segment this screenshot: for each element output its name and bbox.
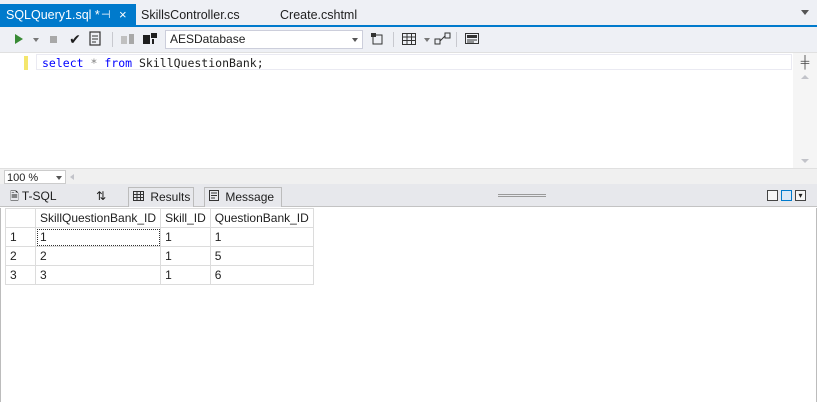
results-grid[interactable]: SkillQuestionBank_ID Skill_ID QuestionBa… [5, 208, 314, 285]
grid-corner-cell[interactable] [5, 208, 36, 228]
results-to-grid-icon[interactable] [401, 31, 417, 48]
split-window-icon[interactable]: ╪ [799, 56, 811, 68]
grid-cell[interactable]: 3 [34, 265, 162, 285]
toolbar-separator [456, 32, 457, 47]
table-row: 2 2 1 5 [5, 246, 314, 266]
close-tab-icon[interactable]: × [119, 4, 127, 26]
scroll-left-icon[interactable] [70, 174, 74, 180]
tab-skillscontroller[interactable]: SkillsController.cs [141, 5, 240, 25]
column-header[interactable]: QuestionBank_ID [209, 208, 314, 228]
column-header[interactable]: Skill_ID [160, 208, 211, 228]
keyword-select: select [42, 56, 84, 70]
sql-code-line[interactable]: select * from SkillQuestionBank; [42, 55, 264, 71]
row-number[interactable]: 2 [5, 246, 36, 266]
scroll-up-icon[interactable] [801, 75, 809, 79]
pane-split-icon[interactable] [781, 190, 792, 201]
query-editor[interactable]: select * from SkillQuestionBank; ╪ [0, 52, 817, 169]
client-statistics-icon[interactable] [464, 31, 480, 48]
toggle-results-icon[interactable]: ⇅ [92, 187, 108, 207]
row-number[interactable]: 3 [5, 265, 36, 285]
grid-cell[interactable]: 1 [209, 227, 314, 247]
display-plan-icon[interactable] [370, 31, 386, 48]
message-icon [209, 190, 222, 204]
database-select[interactable]: AESDatabase [165, 30, 363, 49]
results-grid-area: SkillQuestionBank_ID Skill_ID QuestionBa… [0, 208, 817, 402]
document-tab-strip: SQLQuery1.sql * ⊣ × SkillsController.cs … [0, 0, 817, 27]
grid-cell[interactable]: 2 [34, 246, 162, 266]
table-row: 1 1 1 1 [5, 227, 314, 247]
column-header[interactable]: SkillQuestionBank_ID [34, 208, 162, 228]
zoom-value: 100 % [7, 172, 39, 184]
editor-vertical-scrollbar[interactable]: ╪ [793, 53, 817, 169]
select-star: * [90, 56, 98, 70]
tab-results[interactable]: Results [128, 187, 194, 207]
zoom-select[interactable]: 100 % [4, 170, 66, 184]
sql-editor-toolbar: ✔ AESDatabase [0, 27, 817, 52]
splitter-grip[interactable] [498, 194, 546, 197]
grid-header-row: SkillQuestionBank_ID Skill_ID QuestionBa… [5, 208, 314, 228]
tab-tsql[interactable]: 🗎 T-SQL [6, 187, 76, 207]
grid-cell[interactable]: 1 [160, 246, 211, 266]
grid-cell[interactable]: 1 [160, 227, 211, 247]
scroll-down-icon[interactable] [801, 159, 809, 163]
tab-sqlquery1-label: SQLQuery1.sql * [6, 8, 100, 22]
keyword-from: from [104, 56, 133, 70]
toolbar-separator [112, 32, 113, 47]
script-icon: 🗎 [10, 191, 19, 203]
change-marker [24, 56, 28, 70]
tab-results-label: Results [150, 190, 191, 204]
query-options-icon[interactable] [120, 31, 136, 48]
results-dropdown-icon[interactable] [424, 38, 430, 42]
pane-layout-icon[interactable] [767, 190, 778, 201]
tab-list-dropdown-icon[interactable] [801, 10, 809, 15]
table-row: 3 3 1 6 [5, 265, 314, 285]
grid-cell[interactable]: 1 [160, 265, 211, 285]
grid-cell[interactable]: 6 [209, 265, 314, 285]
results-tab-strip: 🗎 T-SQL ⇅ Results Message ▾ [0, 184, 817, 207]
table-name: SkillQuestionBank; [139, 56, 264, 70]
execute-dropdown-icon[interactable] [33, 38, 39, 42]
pin-icon[interactable]: ⊣ [101, 4, 111, 26]
grid-icon [133, 190, 147, 204]
execute-play-icon[interactable] [13, 31, 25, 48]
toolbar-separator [393, 32, 394, 47]
chevron-down-icon [56, 176, 62, 180]
row-number[interactable]: 1 [5, 227, 36, 247]
include-plan-icon[interactable] [433, 31, 453, 48]
zoom-bar: 100 % [0, 168, 817, 184]
tab-message[interactable]: Message [204, 187, 282, 207]
change-connection-icon[interactable] [142, 31, 158, 48]
grid-cell[interactable]: 5 [209, 246, 314, 266]
stop-icon[interactable] [50, 31, 58, 48]
grid-cell[interactable]: 1 [34, 227, 162, 247]
tab-create-cshtml[interactable]: Create.cshtml [280, 5, 357, 25]
tab-message-label: Message [225, 190, 275, 204]
pane-collapse-icon[interactable]: ▾ [795, 190, 806, 201]
tab-sqlquery1[interactable]: SQLQuery1.sql * ⊣ × [0, 4, 136, 26]
chevron-down-icon [352, 38, 358, 42]
database-select-value: AESDatabase [170, 32, 246, 46]
tab-tsql-label: T-SQL [21, 189, 57, 203]
parse-check-icon[interactable]: ✔ [68, 31, 82, 48]
estimated-plan-icon[interactable] [88, 31, 102, 48]
